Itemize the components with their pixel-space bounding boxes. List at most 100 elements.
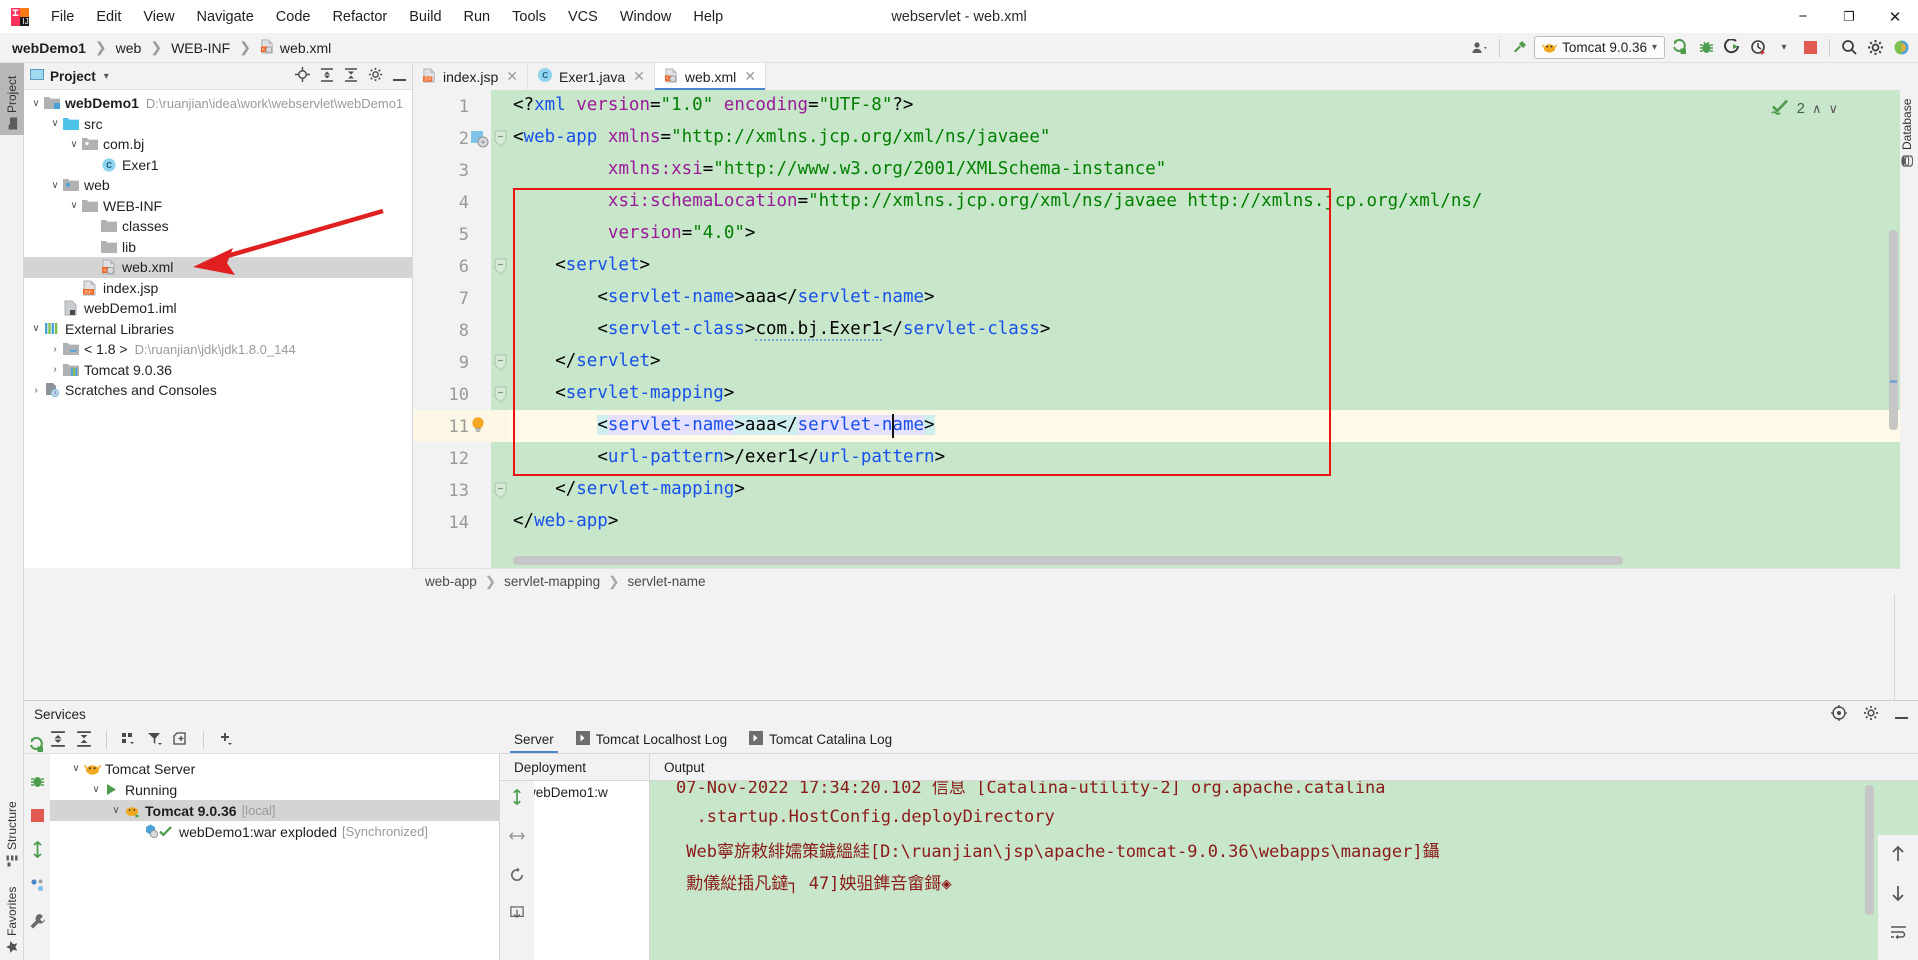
chevron-down-icon[interactable]: ∨ [1828,101,1838,117]
scroll-down-icon[interactable] [1890,885,1906,905]
restart-icon[interactable] [509,867,525,886]
tree-row[interactable]: › < 1.8 > D:\ruanjian\jdk\jdk1.8.0_144 [24,339,412,360]
code-line[interactable]: <url-pattern>/exer1</url-pattern> [513,447,945,467]
chevron-down-icon[interactable]: ∨ [28,323,44,334]
wrench-icon[interactable] [29,913,46,933]
locate-target-icon[interactable] [295,67,310,85]
minimize-button[interactable]: − [1780,0,1826,33]
code-editor[interactable]: 1 <?xml version="1.0" encoding="UTF-8"?> 2… [413,90,1900,568]
rerun-icon[interactable] [29,737,46,757]
xml-namespace-icon[interactable] [471,130,489,151]
ide-themes-icon[interactable] [1890,37,1912,59]
tree-row[interactable]: › Scratches and Consoles [24,380,412,401]
update-icon[interactable] [508,828,526,847]
tree-row[interactable]: ∨ webDemo1 D:\ruanjian\idea\work\webservle… [24,93,412,114]
menu-navigate[interactable]: Navigate [186,5,265,29]
editor-tab-web-xml[interactable]: < web.xml ✕ [654,63,766,90]
breadcrumb-servlet-name[interactable]: servlet-name [627,574,705,589]
soft-wrap-icon[interactable] [1890,925,1907,943]
fold-marker-icon[interactable] [493,386,508,403]
tab-tomcat-catalina-log[interactable]: Tomcat Catalina Log [749,726,892,753]
redeploy-icon[interactable] [29,840,46,861]
close-icon[interactable]: ✕ [744,68,756,85]
chevron-down-icon[interactable]: ∨ [108,805,124,816]
code-line[interactable]: <servlet-mapping> [513,383,734,403]
stop-icon[interactable] [30,809,44,825]
chevron-down-icon[interactable]: ∨ [47,180,63,191]
chevron-down-icon[interactable]: ∨ [66,139,82,150]
hide-panel-icon[interactable] [1895,707,1908,722]
code-line[interactable]: <servlet-name>aaa</servlet-name> [513,287,934,307]
debug-icon[interactable] [29,773,46,793]
add-tab-icon[interactable] [173,731,189,750]
hide-panel-icon[interactable] [393,69,406,84]
tree-row[interactable]: < web.xml [24,257,412,278]
tree-row[interactable]: lib [24,237,412,258]
tree-row[interactable]: JSP index.jsp [24,278,412,299]
services-tree-row[interactable]: webDemo1:war exploded [Synchronized] [50,821,499,842]
collapse-all-icon[interactable] [344,67,358,85]
inspection-widget[interactable]: 2 ∧ ∨ [1771,98,1838,119]
filter-icon[interactable] [147,731,163,750]
menu-build[interactable]: Build [398,5,452,29]
menu-view[interactable]: View [132,5,185,29]
code-line[interactable]: </servlet-mapping> [513,479,745,499]
chevron-right-icon[interactable]: › [47,344,63,355]
menu-run[interactable]: Run [453,5,502,29]
group-by-icon[interactable] [121,731,137,750]
debug-icon[interactable] [1695,37,1717,59]
menu-file[interactable]: File [40,5,85,29]
code-line[interactable]: </servlet> [513,351,660,371]
menu-code[interactable]: Code [265,5,322,29]
editor-tab-index-jsp[interactable]: JSP index.jsp ✕ [413,63,528,90]
breadcrumb-web-app[interactable]: web-app [425,574,477,589]
settings-icon[interactable] [29,877,46,897]
chevron-down-icon[interactable]: ∨ [28,98,44,109]
fold-marker-icon[interactable] [493,130,508,147]
tab-server[interactable]: Server [510,726,558,753]
chevron-right-icon[interactable]: › [28,385,44,396]
settings-gear-icon[interactable] [1863,705,1879,724]
editor-horizontal-scrollbar[interactable] [513,556,1623,565]
editor-vertical-scrollbar[interactable] [1889,230,1898,430]
close-icon[interactable]: ✕ [633,68,645,85]
scroll-up-icon[interactable] [1890,845,1906,865]
code-line[interactable]: <web-app xmlns="http://xmlns.jcp.org/xml… [513,127,1050,147]
expand-all-icon[interactable] [320,67,334,85]
search-everywhere-icon[interactable] [1838,37,1860,59]
scroll-to-end-icon[interactable] [509,906,525,925]
services-tree-row[interactable]: ∨ Running [50,779,499,800]
code-line[interactable]: xsi:schemaLocation="http://xmlns.jcp.org… [513,191,1483,211]
chevron-down-icon[interactable]: ∨ [47,118,63,129]
breadcrumb-item-webinf[interactable]: WEB-INF [167,38,234,58]
close-icon[interactable]: ✕ [506,68,518,85]
stop-icon[interactable] [1799,37,1821,59]
tree-row[interactable]: › Tomcat 9.0.36 [24,360,412,381]
code-line[interactable]: <servlet> [513,255,650,275]
fold-marker-icon[interactable] [493,354,508,371]
code-line[interactable]: </web-app> [513,511,618,531]
services-tree-row[interactable]: ∨ Tomcat 9.0.36 [local] [50,800,499,821]
sidebar-item-structure[interactable]: Structure [0,784,24,872]
sidebar-item-project[interactable]: Project [0,63,24,135]
menu-refactor[interactable]: Refactor [321,5,398,29]
error-stripe-mark[interactable] [1890,380,1897,383]
tree-row[interactable]: webDemo1.iml [24,298,412,319]
menu-window[interactable]: Window [609,5,683,29]
code-line[interactable]: <servlet-class>com.bj.Exer1</servlet-cla… [513,319,1050,341]
tree-row[interactable]: ∨ src [24,114,412,135]
chevron-right-icon[interactable]: › [47,364,63,375]
run-configuration-selector[interactable]: Tomcat 9.0.36 ▾ [1534,36,1665,59]
collapse-all-icon[interactable] [76,730,92,750]
maximize-button[interactable]: ❐ [1826,0,1872,33]
console-vertical-scrollbar[interactable] [1865,785,1874,915]
chevron-up-icon[interactable]: ∧ [1812,101,1822,117]
breadcrumb-item-webxml[interactable]: < web.xml [256,37,335,59]
close-button[interactable]: ✕ [1872,0,1918,33]
tree-row[interactable]: classes [24,216,412,237]
settings-gear-icon[interactable] [368,67,383,85]
tab-tomcat-localhost-log[interactable]: Tomcat Localhost Log [575,726,727,753]
settings-target-icon[interactable] [1831,704,1847,724]
intention-bulb-icon[interactable] [470,416,486,438]
add-service-icon[interactable] [218,731,234,750]
